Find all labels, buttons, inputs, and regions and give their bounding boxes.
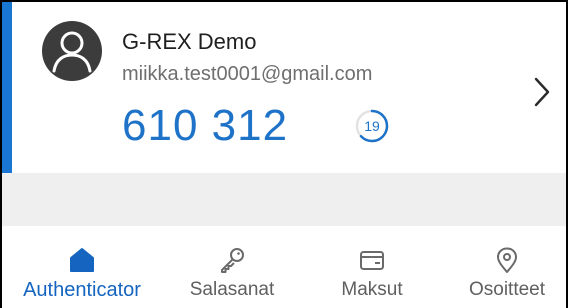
- card-icon: [360, 251, 384, 270]
- home-icon: [70, 248, 94, 272]
- key-icon: [221, 248, 244, 273]
- chevron-right-icon[interactable]: [532, 76, 552, 108]
- account-email: miikka.test0001@gmail.com: [122, 63, 373, 85]
- nav-item-osoitteet[interactable]: Osoitteet: [452, 226, 562, 308]
- nav-label-osoitteet: Osoitteet: [468, 279, 546, 300]
- list-background: [2, 173, 566, 226]
- nav-item-maksut[interactable]: Maksut: [312, 226, 432, 308]
- selected-accent-bar: [2, 2, 12, 173]
- account-issuer: G-REX Demo: [122, 29, 257, 54]
- avatar: [42, 21, 102, 81]
- countdown-timer: 19: [354, 108, 390, 144]
- countdown-seconds: 19: [364, 118, 380, 134]
- bottom-navigation: Authenticator Salasanat Maksut Osoitteet: [2, 226, 566, 308]
- account-card[interactable]: G-REX Demo miikka.test0001@gmail.com 610…: [2, 2, 566, 173]
- otp-code[interactable]: 610 312: [122, 98, 288, 154]
- location-pin-icon: [497, 247, 517, 273]
- nav-item-salasanat[interactable]: Salasanat: [172, 226, 292, 308]
- app-screen: G-REX Demo miikka.test0001@gmail.com 610…: [0, 0, 568, 308]
- nav-label-authenticator: Authenticator: [23, 279, 141, 301]
- nav-label-maksut: Maksut: [341, 279, 403, 300]
- nav-item-authenticator[interactable]: Authenticator: [2, 226, 162, 308]
- person-icon: [52, 31, 92, 73]
- nav-label-salasanat: Salasanat: [189, 279, 275, 300]
